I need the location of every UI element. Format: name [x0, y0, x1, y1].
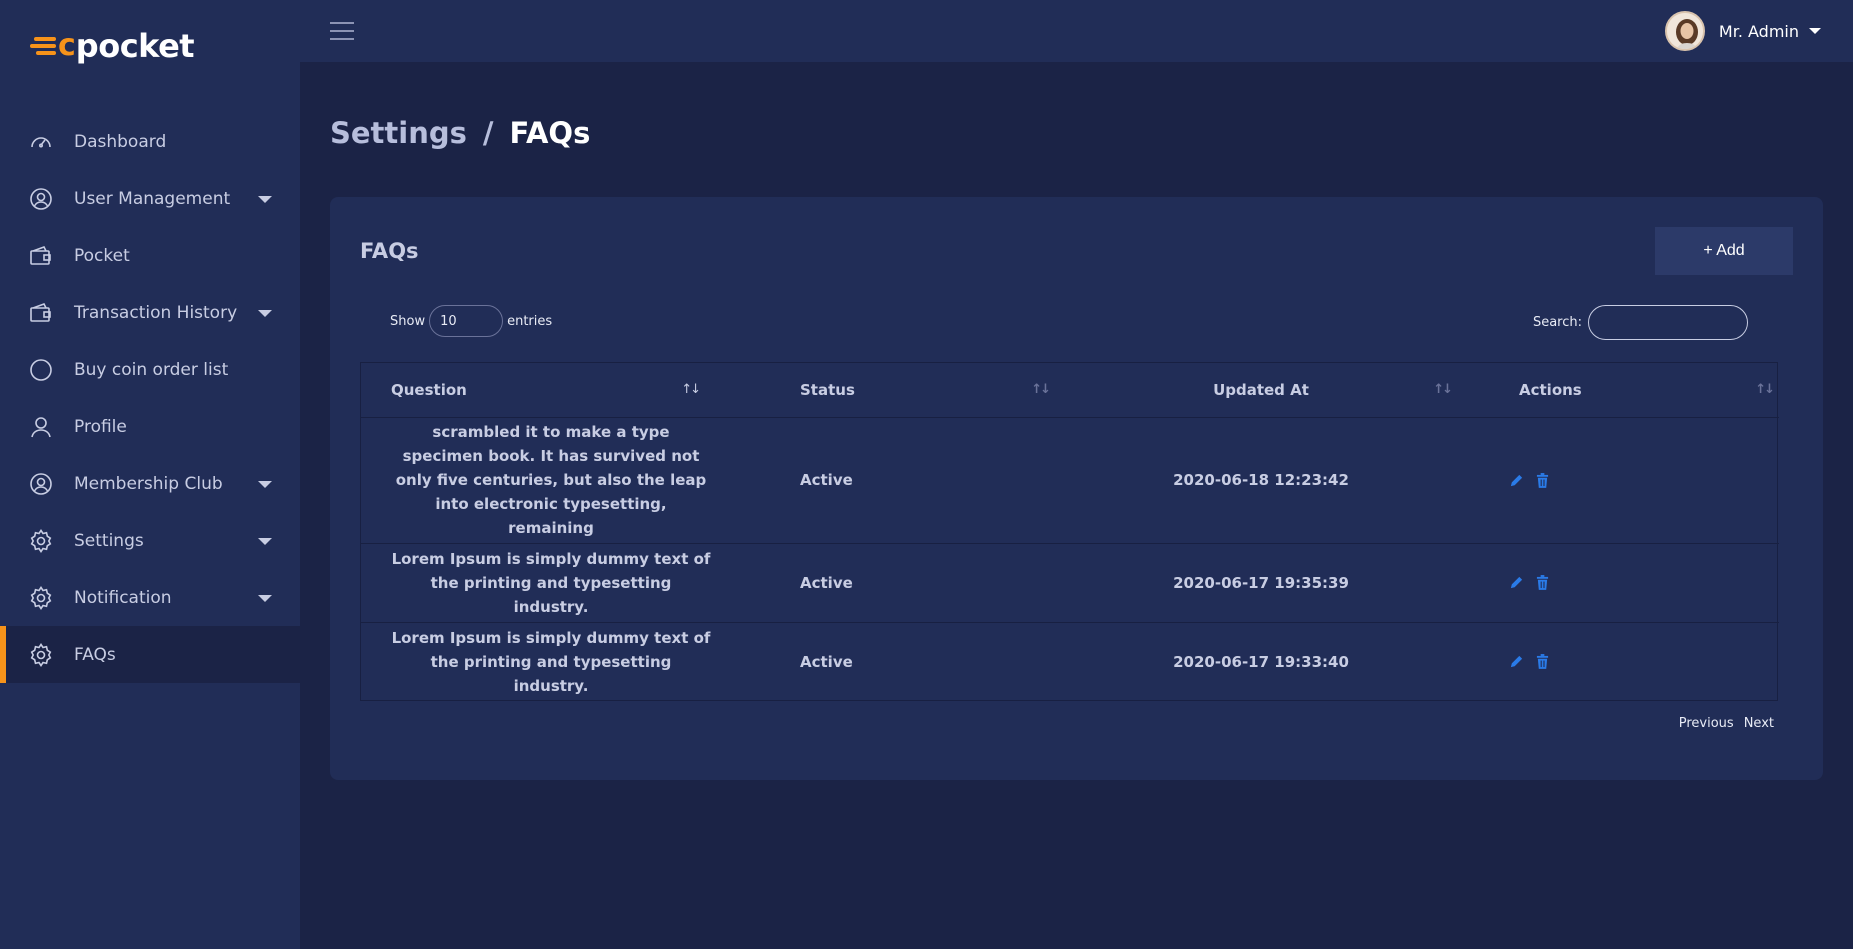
- sidebar-item-buy-coin-order-list[interactable]: Buy coin order list: [0, 341, 300, 398]
- avatar: [1664, 11, 1705, 51]
- sidebar-item-label: Notification: [74, 587, 172, 608]
- sort-icon: ↑↓: [1433, 382, 1453, 397]
- sidebar-item-label: Profile: [74, 416, 127, 437]
- sidebar-item-label: Dashboard: [74, 131, 167, 152]
- user-circle-icon: [28, 186, 54, 212]
- question-cell: Lorem Ipsum is simply dummy text of the …: [361, 543, 731, 623]
- question-cell: scrambled it to make a type specimen boo…: [361, 417, 731, 544]
- sidebar-nav: Dashboard User Management Pocket Transac…: [0, 113, 300, 683]
- column-header-question[interactable]: Question ↑↓: [361, 363, 731, 418]
- circle-icon: [28, 357, 54, 383]
- sidebar-item-pocket[interactable]: Pocket: [0, 227, 300, 284]
- chevron-down-icon: [258, 309, 272, 317]
- sidebar-item-faqs[interactable]: FAQs: [0, 626, 300, 683]
- pagination: Previous Next: [1679, 716, 1774, 731]
- breadcrumb-settings[interactable]: Settings: [330, 116, 467, 150]
- breadcrumb: Settings / FAQs: [330, 116, 590, 150]
- actions-cell: [1461, 543, 1779, 623]
- sidebar-item-label: FAQs: [74, 644, 116, 665]
- table-header-row: Question ↑↓ Status ↑↓ Updated At ↑↓ Acti…: [361, 363, 1779, 418]
- sidebar-item-dashboard[interactable]: Dashboard: [0, 113, 300, 170]
- updated-at-cell: 2020-06-17 19:35:39: [1061, 543, 1461, 623]
- chevron-down-icon: [258, 537, 272, 545]
- speed-lines-icon: [30, 33, 64, 59]
- user-menu[interactable]: Mr. Admin: [1664, 11, 1821, 51]
- entries-label: entries: [507, 313, 553, 329]
- breadcrumb-separator: /: [482, 116, 494, 150]
- entries-select[interactable]: [429, 305, 504, 337]
- sidebar-item-label: Transaction History: [74, 302, 238, 323]
- sidebar-item-label: Settings: [74, 530, 144, 551]
- menu-icon[interactable]: [330, 20, 356, 42]
- wallet-icon: [28, 300, 54, 326]
- wallet-icon: [28, 243, 54, 269]
- table-row: Lorem Ipsum is simply dummy text of the …: [361, 543, 1779, 623]
- search-input[interactable]: [1588, 305, 1748, 340]
- edit-icon[interactable]: [1509, 473, 1524, 488]
- speedometer-icon: [28, 129, 54, 155]
- status-cell: Active: [731, 543, 1061, 623]
- top-bar: Mr. Admin: [300, 0, 1853, 62]
- next-button[interactable]: Next: [1744, 716, 1774, 731]
- page-title: FAQs: [509, 116, 591, 150]
- column-header-updated-at[interactable]: Updated At ↑↓: [1061, 363, 1461, 418]
- actions-cell: [1461, 622, 1779, 701]
- entries-length-control: Show entries: [390, 305, 552, 337]
- chevron-down-icon: [1809, 28, 1821, 34]
- brand-name: pocket: [75, 27, 195, 65]
- chevron-down-icon: [258, 195, 272, 203]
- actions-cell: [1461, 417, 1779, 544]
- table-row: Lorem Ipsum is simply dummy text of the …: [361, 622, 1779, 701]
- sort-icon: ↑↓: [1755, 382, 1775, 397]
- sidebar-item-user-management[interactable]: User Management: [0, 170, 300, 227]
- gear-icon: [28, 528, 54, 554]
- user-icon: [28, 414, 54, 440]
- updated-at-cell: 2020-06-17 19:33:40: [1173, 652, 1349, 671]
- delete-icon[interactable]: [1536, 472, 1549, 488]
- edit-icon[interactable]: [1509, 575, 1524, 590]
- faqs-card: FAQs + Add Show entries Search: Question…: [330, 197, 1823, 780]
- sidebar-item-label: Pocket: [74, 245, 130, 266]
- sidebar-item-label: Membership Club: [74, 473, 223, 494]
- delete-icon[interactable]: [1536, 575, 1549, 590]
- sort-icon: ↑↓: [1031, 382, 1051, 397]
- sidebar-item-settings[interactable]: Settings: [0, 512, 300, 569]
- sidebar-item-notification[interactable]: Notification: [0, 569, 300, 626]
- sidebar-item-label: Buy coin order list: [74, 359, 229, 380]
- gear-icon: [28, 642, 54, 668]
- faqs-table: Question ↑↓ Status ↑↓ Updated At ↑↓ Acti…: [360, 362, 1779, 701]
- card-title: FAQs: [360, 239, 419, 263]
- sidebar-item-profile[interactable]: Profile: [0, 398, 300, 455]
- chevron-down-icon: [258, 594, 272, 602]
- sidebar: c pocket Dashboard User Management Pocke…: [0, 0, 300, 949]
- column-header-status[interactable]: Status ↑↓: [731, 363, 1061, 418]
- search-label: Search:: [1532, 315, 1582, 330]
- table-search: Search:: [1533, 305, 1748, 340]
- sidebar-item-transaction-history[interactable]: Transaction History: [0, 284, 300, 341]
- user-circle-icon: [28, 471, 54, 497]
- question-cell: Lorem Ipsum is simply dummy text of the …: [391, 628, 711, 695]
- sidebar-item-label: User Management: [74, 188, 231, 209]
- add-button[interactable]: + Add: [1655, 227, 1793, 275]
- updated-at-cell: 2020-06-18 12:23:42: [1061, 417, 1461, 544]
- sidebar-item-membership-club[interactable]: Membership Club: [0, 455, 300, 512]
- brand-logo[interactable]: c pocket: [30, 26, 195, 66]
- sort-icon: ↑↓: [681, 382, 701, 397]
- gear-icon: [28, 585, 54, 611]
- user-name: Mr. Admin: [1718, 21, 1799, 41]
- status-cell: Active: [731, 417, 1061, 544]
- column-header-actions[interactable]: Actions ↑↓: [1461, 363, 1779, 418]
- table-row: scrambled it to make a type specimen boo…: [361, 417, 1779, 544]
- chevron-down-icon: [258, 480, 272, 488]
- delete-icon[interactable]: [1536, 654, 1549, 670]
- edit-icon[interactable]: [1509, 654, 1524, 669]
- show-label: Show: [390, 313, 426, 329]
- previous-button[interactable]: Previous: [1679, 716, 1734, 731]
- status-cell: Active: [800, 652, 853, 671]
